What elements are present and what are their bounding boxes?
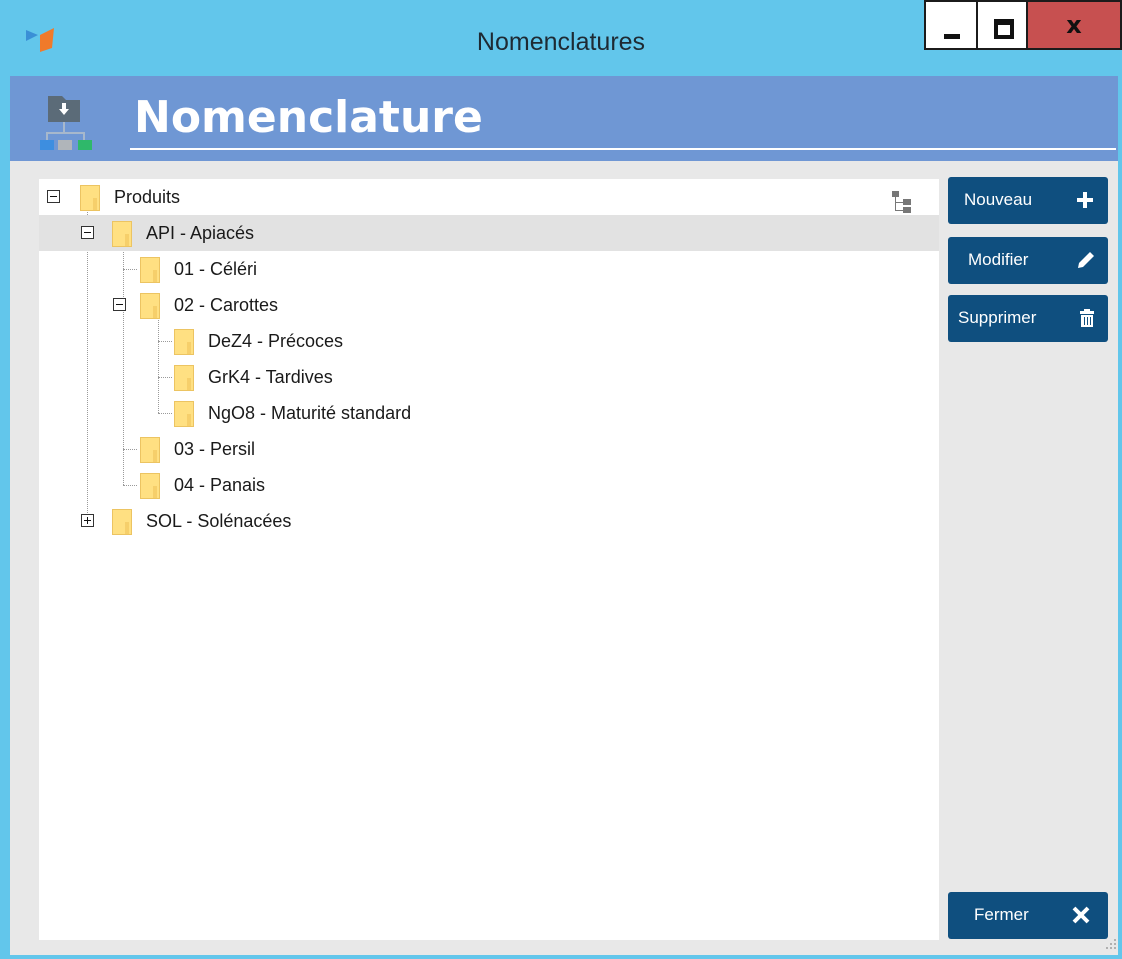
tree-node[interactable]: API - Apiacés	[39, 215, 939, 251]
edit-button-label: Modifier	[968, 250, 1029, 269]
tree-node[interactable]: GrK4 - Tardives	[39, 359, 939, 395]
tree-node[interactable]: NgO8 - Maturité standard	[39, 395, 939, 431]
tree-node-label: Produits	[114, 187, 181, 207]
hierarchy-icon	[40, 96, 92, 150]
content-area: Produits API - Apiacés 01 - Céléri 02 - …	[10, 161, 1118, 955]
collapse-icon[interactable]	[47, 190, 60, 203]
tree-node-label: DeZ4 - Précoces	[208, 331, 344, 351]
edit-button[interactable]: Modifier	[948, 237, 1108, 284]
tree-node-label: 04 - Panais	[174, 475, 266, 495]
tree-node-label: 03 - Persil	[174, 439, 256, 459]
tree-node[interactable]: 04 - Panais	[39, 467, 939, 503]
folder-icon	[140, 257, 160, 283]
trash-icon	[1080, 309, 1094, 327]
folder-icon	[140, 437, 160, 463]
folder-icon	[112, 509, 132, 535]
delete-button-label: Supprimer	[958, 308, 1037, 327]
tree-node-label: GrK4 - Tardives	[208, 367, 333, 387]
close-dialog-label: Fermer	[974, 905, 1029, 924]
close-dialog-button[interactable]: Fermer	[948, 892, 1108, 939]
delete-button[interactable]: Supprimer	[948, 295, 1108, 342]
tree-node-label: API - Apiacés	[146, 223, 255, 243]
page-header: Nomenclature	[10, 76, 1118, 161]
application-window: Nomenclatures x Nomenclature Produits AP…	[0, 0, 1122, 959]
new-button-label: Nouveau	[964, 190, 1033, 209]
minimize-button[interactable]	[924, 0, 978, 50]
tree-node[interactable]: 03 - Persil	[39, 431, 939, 467]
plus-icon	[1077, 192, 1093, 208]
tree-node[interactable]: DeZ4 - Précoces	[39, 323, 939, 359]
folder-icon	[140, 293, 160, 319]
expand-icon[interactable]	[81, 514, 94, 527]
page-title: Nomenclature	[134, 92, 483, 143]
header-underline	[130, 148, 1116, 150]
collapse-icon[interactable]	[81, 226, 94, 239]
new-button[interactable]: Nouveau	[948, 177, 1108, 224]
nomenclature-tree[interactable]: Produits API - Apiacés 01 - Céléri 02 - …	[39, 179, 939, 940]
tree-node[interactable]: 01 - Céléri	[39, 251, 939, 287]
close-icon: x	[1066, 11, 1082, 39]
folder-icon	[140, 473, 160, 499]
title-bar[interactable]: Nomenclatures x	[0, 0, 1122, 76]
pencil-icon	[1078, 252, 1094, 268]
folder-icon	[112, 221, 132, 247]
collapse-icon[interactable]	[113, 298, 126, 311]
tree-node-label: SOL - Solénacées	[146, 511, 292, 531]
folder-icon	[174, 329, 194, 355]
folder-icon	[174, 401, 194, 427]
tree-node[interactable]: 02 - Carottes	[39, 287, 939, 323]
folder-icon	[174, 365, 194, 391]
tree-node[interactable]: SOL - Solénacées	[39, 503, 939, 539]
maximize-button[interactable]	[976, 0, 1028, 50]
tree-node-label: 01 - Céléri	[174, 259, 258, 279]
folder-icon	[80, 185, 100, 211]
tree-node-label: NgO8 - Maturité standard	[208, 403, 412, 423]
tree-node-label: 02 - Carottes	[174, 295, 279, 315]
resize-grip-icon[interactable]	[1104, 937, 1118, 951]
close-icon	[1072, 906, 1090, 924]
close-window-button[interactable]: x	[1026, 0, 1122, 50]
tree-node[interactable]: Produits	[39, 179, 939, 215]
